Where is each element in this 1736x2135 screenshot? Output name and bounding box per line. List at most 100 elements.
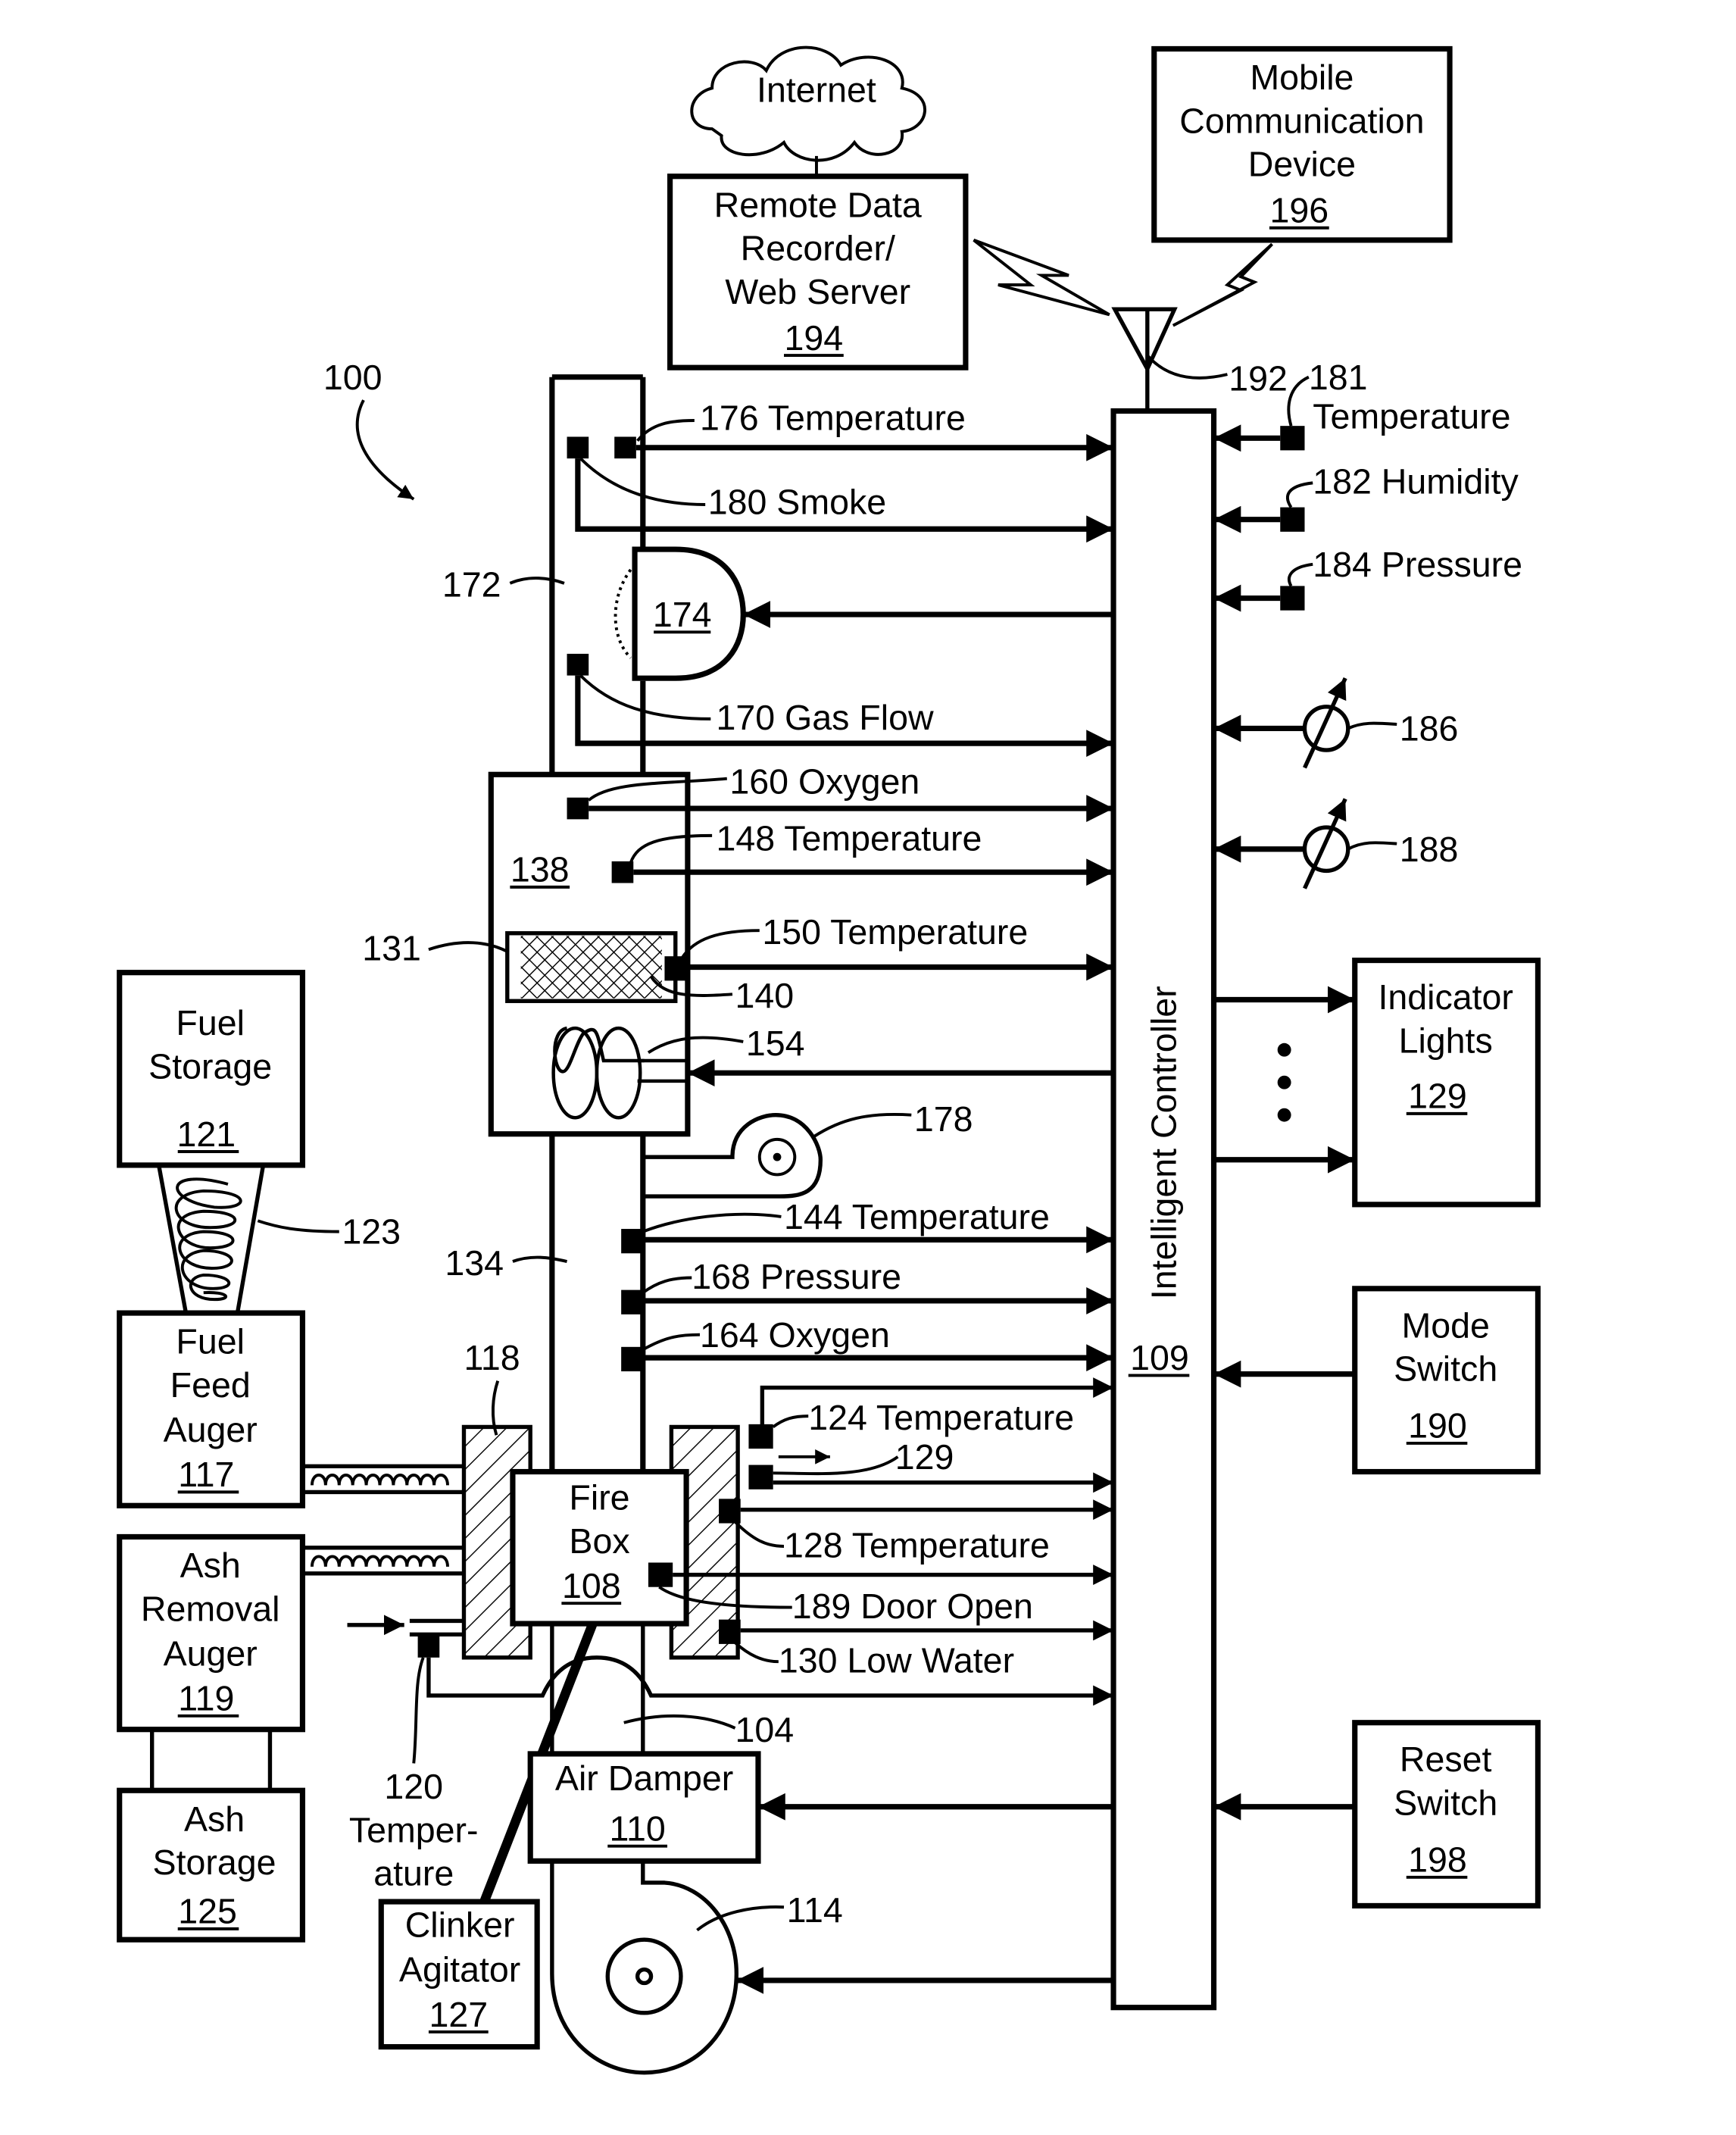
svg-text:Switch: Switch: [1394, 1349, 1497, 1389]
svg-text:Agitator: Agitator: [399, 1950, 520, 1990]
mobile-communication-device-box: Mobile Communication Device 196: [1151, 45, 1453, 243]
svg-text:Remote Data: Remote Data: [714, 185, 922, 224]
svg-text:178: 178: [914, 1099, 973, 1139]
ash-storage-box: Ash Storage 125: [117, 1787, 306, 1943]
sensor-148-temperature: [611, 861, 634, 883]
sensor-164-oxygen: [621, 1346, 643, 1372]
svg-text:196: 196: [1270, 191, 1329, 230]
svg-text:123: 123: [342, 1212, 401, 1252]
svg-text:192: 192: [1229, 359, 1288, 399]
fuel-storage-box: Fuel Storage 121: [117, 970, 306, 1168]
svg-text:170 Gas Flow: 170 Gas Flow: [716, 698, 933, 737]
svg-text:180 Smoke: 180 Smoke: [708, 483, 886, 522]
sensor-144-temperature: [621, 1229, 643, 1254]
catalytic-filter-140: 131 140: [362, 929, 794, 1016]
svg-text:ature: ature: [373, 1854, 454, 1893]
sensor-120-temperature: [417, 1636, 440, 1658]
svg-text:Air Damper: Air Damper: [555, 1758, 733, 1798]
svg-text:Ash: Ash: [180, 1546, 241, 1585]
sensor-128-temperature: [719, 1499, 741, 1524]
svg-text:130 Low Water: 130 Low Water: [779, 1640, 1014, 1680]
svg-text:140: 140: [735, 976, 795, 1015]
svg-text:Auger: Auger: [164, 1634, 258, 1674]
svg-text:Web Server: Web Server: [725, 272, 910, 311]
svg-text:184 Pressure: 184 Pressure: [1313, 545, 1522, 584]
svg-text:127: 127: [429, 1995, 488, 2034]
svg-text:Intelligent Controller: Intelligent Controller: [1144, 986, 1183, 1299]
svg-text:Temperature: Temperature: [1313, 397, 1510, 436]
sensor-176-temperature: [614, 436, 636, 459]
svg-text:150 Temperature: 150 Temperature: [762, 912, 1028, 952]
svg-text:138: 138: [510, 850, 570, 889]
mode-switch-box[interactable]: Mode Switch 190: [1213, 1286, 1541, 1475]
antenna-icon: 192: [1111, 307, 1288, 411]
svg-text:Feed: Feed: [170, 1365, 251, 1405]
sensor-160-oxygen: [567, 797, 589, 820]
svg-text:Fire: Fire: [569, 1478, 629, 1518]
svg-text:134: 134: [445, 1243, 504, 1283]
svg-text:104: 104: [735, 1710, 795, 1749]
svg-text:181: 181: [1309, 358, 1368, 397]
svg-text:118: 118: [464, 1338, 520, 1377]
fire-box-108: Fire Box 108: [510, 1468, 689, 1627]
ellipsis-dot: [1277, 1042, 1291, 1057]
indicator-lights-box: Indicator Lights 129: [1213, 957, 1541, 1208]
ellipsis-dot: [1277, 1075, 1291, 1089]
svg-text:Storage: Storage: [148, 1046, 272, 1086]
svg-text:188: 188: [1400, 830, 1459, 869]
svg-text:Ash: Ash: [184, 1799, 245, 1839]
svg-text:198: 198: [1408, 1840, 1467, 1880]
svg-text:Temper-: Temper-: [349, 1810, 479, 1849]
ellipsis-dot: [1277, 1108, 1291, 1122]
fuel-feed-auger-box: Fuel Feed Auger 117: [117, 1310, 306, 1508]
air-damper-box: Air Damper 110: [527, 1751, 1114, 1864]
fuel-hopper-123: 123: [157, 1164, 401, 1314]
sensor-124-temperature: [748, 1424, 773, 1449]
wireless-link-icon: [1172, 242, 1273, 327]
svg-text:121: 121: [176, 1114, 236, 1154]
svg-text:186: 186: [1400, 709, 1459, 749]
svg-text:190: 190: [1408, 1406, 1467, 1446]
svg-text:114: 114: [787, 1890, 843, 1930]
sensor-170-gas-flow: [567, 653, 589, 676]
svg-text:Storage: Storage: [153, 1843, 276, 1882]
clinker-agitator-box: Clinker Agitator 127: [378, 1899, 540, 2050]
ash-removal-auger-box: Ash Removal Auger 119: [117, 1533, 306, 1733]
svg-text:176 Temperature: 176 Temperature: [700, 399, 966, 438]
svg-text:194: 194: [785, 318, 844, 358]
svg-text:129: 129: [1408, 1077, 1467, 1116]
fuel-feed-screw: [302, 1464, 464, 1495]
intelligent-controller: Intelligent Controller 109: [1110, 408, 1217, 2011]
svg-text:Recorder/: Recorder/: [741, 229, 895, 268]
sensor-189-door-open: [648, 1562, 673, 1587]
wireless-link-icon: [973, 239, 1110, 317]
svg-text:148 Temperature: 148 Temperature: [716, 819, 982, 858]
remote-data-recorder-box: Remote Data Recorder/ Web Server 194: [667, 173, 969, 370]
svg-text:182 Humidity: 182 Humidity: [1313, 462, 1519, 502]
svg-text:120: 120: [384, 1767, 443, 1806]
blower-178: 178: [642, 1099, 973, 1199]
svg-text:Removal: Removal: [141, 1589, 280, 1628]
exhaust-flue: 172: [442, 374, 646, 774]
svg-text:108: 108: [562, 1566, 621, 1605]
svg-text:Switch: Switch: [1394, 1783, 1497, 1822]
svg-text:174: 174: [653, 595, 712, 634]
svg-text:Internet: Internet: [757, 70, 876, 109]
svg-text:131: 131: [362, 929, 421, 968]
sensor-181-ambient-temperature: [1280, 426, 1305, 451]
reset-switch-box[interactable]: Reset Switch 198: [1213, 1720, 1541, 1909]
sensor-184-pressure: [1280, 586, 1305, 611]
svg-text:110: 110: [610, 1808, 666, 1848]
svg-text:Box: Box: [569, 1521, 629, 1561]
svg-text:164 Oxygen: 164 Oxygen: [700, 1315, 890, 1355]
svg-text:Reset: Reset: [1400, 1740, 1492, 1779]
sensor-130-low-water: [719, 1619, 741, 1644]
svg-text:Indicator: Indicator: [1378, 977, 1513, 1017]
adjustable-input-186-icon: 186: [1213, 677, 1459, 769]
svg-text:129: 129: [895, 1437, 954, 1477]
svg-text:172: 172: [442, 565, 501, 605]
sensor-180-smoke: [567, 436, 589, 459]
svg-text:Device: Device: [1248, 145, 1356, 184]
svg-text:125: 125: [178, 1892, 237, 1931]
ash-removal-screw: [302, 1546, 464, 1576]
